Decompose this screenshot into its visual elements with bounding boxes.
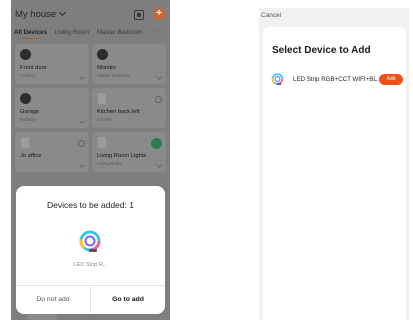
select-device-screen: Cancel Select Device to Add LED Strip RG… bbox=[259, 8, 409, 320]
device-name: Garage bbox=[20, 109, 40, 115]
chevron-icon bbox=[79, 74, 85, 80]
led-strip-icon bbox=[79, 230, 101, 252]
device-card[interactable]: Garage Hallway bbox=[15, 88, 89, 128]
device-card[interactable]: Living Room Lights Living Room bbox=[92, 132, 166, 172]
bulb-icon bbox=[98, 137, 106, 148]
device-card[interactable]: Kitchen back left Kitchen bbox=[92, 88, 166, 128]
device-card[interactable]: Monitor Master Bedroom bbox=[92, 44, 166, 84]
camera-icon bbox=[20, 93, 31, 104]
chevron-icon bbox=[79, 162, 85, 168]
tab-all-devices[interactable]: All Devices bbox=[14, 29, 47, 36]
device-room: Hallway bbox=[20, 117, 36, 122]
device-room: Living Room bbox=[97, 161, 123, 166]
device-name: Front door bbox=[20, 65, 47, 71]
power-on-icon[interactable] bbox=[151, 138, 162, 149]
camera-icon bbox=[97, 49, 108, 60]
tab-master-bedroom[interactable]: Master Bedroom bbox=[97, 29, 143, 36]
add-devices-dialog: Devices to be added: 1 LED Strip R... Do… bbox=[16, 186, 165, 314]
more-tabs-icon[interactable]: ··· bbox=[149, 28, 158, 35]
device-card[interactable]: Front door Hallway bbox=[15, 44, 89, 84]
power-icon[interactable] bbox=[78, 140, 85, 147]
scene-icon[interactable] bbox=[134, 10, 144, 20]
select-device-sheet: Select Device to Add LED Strip RGB+CCT W… bbox=[263, 27, 406, 320]
home-selector[interactable]: My house bbox=[15, 8, 67, 20]
cancel-button[interactable]: Cancel bbox=[261, 12, 281, 19]
device-name: Monitor bbox=[97, 65, 117, 71]
dialog-title: Devices to be added: 1 bbox=[47, 200, 134, 210]
add-button[interactable]: Add bbox=[379, 74, 403, 85]
add-device-button[interactable]: + bbox=[153, 8, 165, 20]
power-icon[interactable] bbox=[155, 96, 162, 103]
dialog-device-name: LED Strip R... bbox=[73, 262, 108, 268]
home-title: My house bbox=[15, 9, 57, 20]
chevron-icon bbox=[156, 162, 162, 168]
go-to-add-button[interactable]: Go to add bbox=[91, 286, 165, 314]
camera-icon bbox=[20, 49, 31, 60]
device-name: LED Strip RGB+CCT WIFI+BL... bbox=[293, 76, 382, 83]
device-name: Jo office bbox=[20, 153, 42, 159]
device-room: Kitchen bbox=[97, 117, 113, 122]
chevron-down-icon bbox=[59, 8, 67, 17]
chevron-icon bbox=[79, 118, 85, 124]
do-not-add-button[interactable]: Do not add bbox=[16, 286, 90, 314]
sheet-title: Select Device to Add bbox=[272, 45, 371, 56]
home-screen: My house + All Devices Living Room Maste… bbox=[11, 0, 170, 320]
device-card[interactable]: Jo office bbox=[15, 132, 89, 172]
tab-living-room[interactable]: Living Room bbox=[55, 29, 89, 36]
device-list-item: LED Strip RGB+CCT WIFI+BL... Add bbox=[271, 73, 406, 87]
chevron-icon bbox=[156, 74, 162, 80]
device-name: Living Room Lights bbox=[97, 153, 147, 159]
device-name: Kitchen back left bbox=[97, 109, 140, 115]
device-room: Master Bedroom bbox=[97, 73, 131, 78]
room-tabs: All Devices Living Room Master Bedroom ·… bbox=[14, 28, 170, 36]
device-room: Hallway bbox=[20, 73, 36, 78]
led-strip-icon bbox=[271, 73, 284, 85]
plug-icon bbox=[21, 137, 29, 148]
bulb-icon bbox=[98, 93, 106, 104]
